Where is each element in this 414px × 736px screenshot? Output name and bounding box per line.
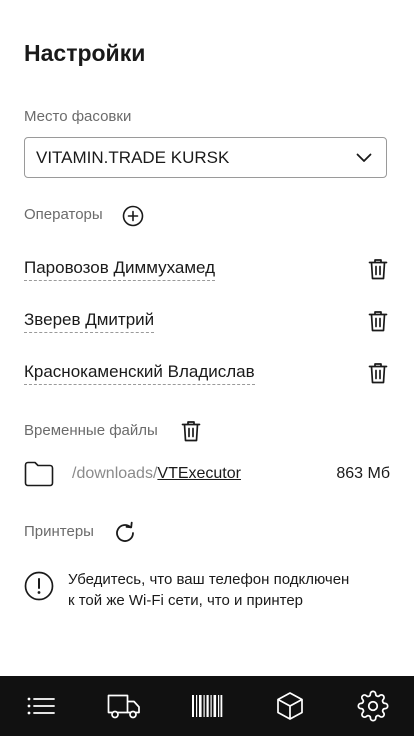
temp-files-label: Временные файлы: [24, 422, 158, 439]
refresh-icon[interactable]: [113, 521, 137, 550]
operators-label: Операторы: [24, 206, 103, 223]
packing-place-label: Место фасовки: [24, 108, 132, 125]
folder-name-link[interactable]: VTExecutor: [157, 465, 241, 482]
trash-icon[interactable]: [368, 310, 388, 332]
chevron-down-icon: [356, 153, 372, 163]
tab-settings[interactable]: [331, 676, 414, 736]
packing-place-value: VITAMIN.TRADE KURSK: [36, 147, 230, 167]
active-tab-indicator: [326, 672, 414, 676]
trash-icon[interactable]: [368, 362, 388, 384]
gear-icon: [357, 690, 389, 722]
printer-notice-line: Убедитесь, что ваш телефон подключен: [68, 571, 350, 588]
folder-path: /downloads/VTExecutor: [72, 465, 241, 483]
printer-notice-text: Убедитесь, что ваш телефон подключен к т…: [68, 569, 349, 611]
operator-name[interactable]: Паровозов Диммухамед: [24, 258, 216, 281]
bottom-tab-bar: [0, 676, 414, 736]
folder-path-prefix: /downloads/: [72, 465, 158, 482]
truck-icon: [107, 692, 141, 720]
printers-label: Принтеры: [24, 523, 94, 540]
tab-packages[interactable]: [248, 676, 331, 736]
printer-notice: Убедитесь, что ваш телефон подключен к т…: [24, 569, 394, 611]
barcode-icon: [191, 694, 223, 718]
printer-notice-line: к той же Wi-Fi сети, что и принтер: [68, 592, 304, 609]
operator-row: Зверев Дмитрий: [24, 306, 390, 336]
trash-icon[interactable]: [368, 258, 388, 280]
tab-delivery[interactable]: [83, 676, 166, 736]
clear-temp-files-trash-icon[interactable]: [181, 420, 201, 447]
folder-size: 863 Мб: [336, 465, 390, 482]
operator-name[interactable]: Краснокаменский Владислав: [24, 362, 255, 385]
packing-place-select[interactable]: VITAMIN.TRADE KURSK: [24, 137, 387, 178]
tab-barcode[interactable]: [166, 676, 249, 736]
page-title: Настройки: [24, 40, 146, 66]
temp-folder-row: /downloads/VTExecutor 863 Мб: [24, 459, 390, 489]
operator-row: Паровозов Диммухамед: [24, 254, 390, 284]
folder-icon: [24, 461, 54, 487]
operator-row: Краснокаменский Владислав: [24, 358, 390, 388]
info-alert-icon: [24, 571, 54, 601]
box-icon: [275, 691, 305, 721]
operator-name[interactable]: Зверев Дмитрий: [24, 310, 155, 333]
list-icon: [26, 694, 56, 718]
tab-list[interactable]: [0, 676, 83, 736]
add-operator-icon[interactable]: [122, 205, 144, 232]
